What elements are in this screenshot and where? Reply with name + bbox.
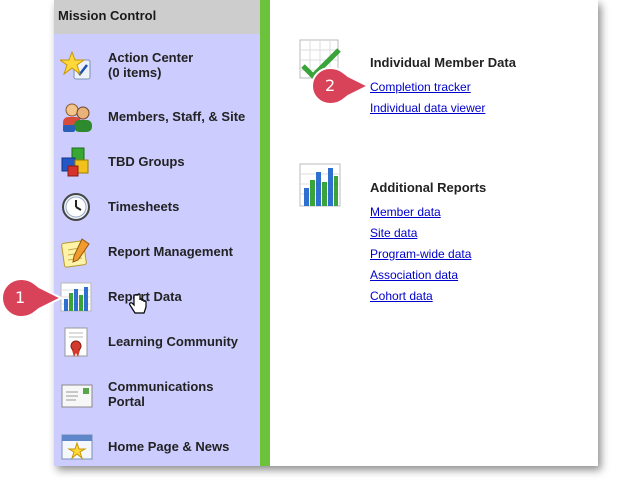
callout-badge-2: 2	[308, 66, 371, 106]
sidebar-item-sublabel: (0 items)	[108, 65, 162, 80]
program-wide-data-link[interactable]: Program-wide data	[370, 247, 471, 261]
individual-data-viewer-link[interactable]: Individual data viewer	[370, 101, 485, 115]
sidebar-item-label: Members, Staff, & Site	[108, 109, 246, 124]
callout-number: 1	[15, 288, 26, 307]
site-data-link[interactable]: Site data	[370, 226, 417, 240]
section-title: Individual Member Data	[370, 55, 516, 70]
hand-cursor-icon	[129, 293, 147, 314]
completion-tracker-link[interactable]: Completion tracker	[370, 80, 471, 94]
star-clipboard-icon	[60, 50, 91, 80]
sidebar-item-learning-community[interactable]: Learning Community	[54, 322, 260, 362]
section-title: Additional Reports	[370, 180, 487, 195]
sidebar-item-tbd-groups[interactable]: TBD Groups	[54, 142, 260, 182]
sidebar-item-label: Communications	[108, 379, 214, 394]
people-icon	[63, 103, 92, 132]
sidebar-title: Mission Control	[58, 8, 157, 23]
callout-shape	[1, 277, 64, 319]
sidebar-item-timesheets[interactable]: Timesheets	[54, 187, 260, 227]
sidebar-item-label: Timesheets	[108, 199, 180, 214]
sidebar-item-label: TBD Groups	[108, 154, 185, 169]
sidebar-item-members-staff-site[interactable]: Members, Staff, & Site	[54, 97, 260, 137]
bar-chart-icon	[299, 163, 341, 207]
clock-icon	[62, 193, 90, 221]
sidebar-item-home-page-news[interactable]: Home Page & News	[54, 427, 260, 467]
sidebar-item-report-data[interactable]: Report Data	[54, 277, 260, 317]
sidebar-item-label: Report Management	[108, 244, 233, 259]
envelope-icon	[61, 384, 93, 408]
sidebar-item-sublabel: Portal	[108, 394, 145, 409]
bar-chart-icon	[60, 282, 92, 312]
sidebar-item-label: Learning Community	[108, 334, 239, 349]
member-data-link[interactable]: Member data	[370, 205, 441, 219]
sidebar-item-report-management[interactable]: Report Management	[54, 232, 260, 272]
callout-shape	[311, 66, 371, 106]
sidebar-item-communications-portal[interactable]: Communications Portal	[54, 375, 260, 415]
sidebar-divider	[260, 0, 270, 466]
browser-star-icon	[61, 434, 93, 460]
sidebar-header: Mission Control	[54, 0, 260, 34]
sidebar-item-label: Action Center	[108, 50, 194, 65]
callout-badge-1: 1	[0, 277, 64, 319]
callout-number: 2	[325, 76, 336, 95]
association-data-link[interactable]: Association data	[370, 268, 458, 282]
sidebar-item-label: Home Page & News	[108, 439, 230, 454]
cubes-icon	[61, 147, 89, 177]
sidebar-item-action-center[interactable]: Action Center (0 items)	[54, 46, 260, 86]
notepad-pencil-icon	[61, 238, 90, 268]
certificate-icon	[64, 327, 88, 357]
cohort-data-link[interactable]: Cohort data	[370, 289, 433, 303]
